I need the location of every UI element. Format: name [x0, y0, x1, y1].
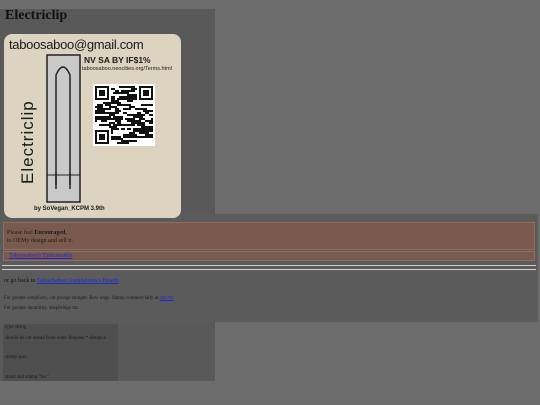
card-byline: by SoVegan_KCPM 3.9th — [34, 206, 105, 212]
card-email: taboosaboo@gmail.com — [9, 37, 144, 52]
info-line2: to OEMy design and sell it. — [7, 238, 73, 244]
simplicity-paragraph: For greater simplicity, cut prongs strai… — [4, 296, 174, 301]
card-vertical-name: Electriclip — [18, 100, 37, 184]
encouragement-box: Please feel Encouraged, to OEMy design a… — [3, 222, 535, 250]
card-terms-url: taboosaboo.neocities.org/Terms.html — [82, 66, 172, 72]
catalog-link[interactable]: Taboosaboo's Endorseable — [9, 253, 72, 259]
durability-paragraph: For greater durability, deepbridge tm. — [4, 306, 79, 311]
note-item: stamp spec — [5, 355, 28, 360]
hearth-link[interactable]: TabooSaboo Undulations's Hearth — [37, 278, 119, 284]
info-line1-prefix: Please feel — [7, 230, 35, 236]
clip-illustration — [46, 54, 81, 203]
qr-code — [93, 84, 155, 146]
info-line1-suffix: , — [65, 230, 67, 236]
note-item: should be cut ahead from outer fineplus … — [5, 336, 106, 341]
product-card-image: taboosaboo@gmail.com NV SA BY IF$1% tabo… — [4, 34, 181, 218]
catalog-link-box: Taboosaboo's Endorseable — [3, 251, 535, 261]
go-back-prefix: or go back to — [4, 278, 37, 284]
notes-box: type string should be cut ahead from out… — [3, 324, 118, 381]
info-line1-bold: Encouraged — [34, 230, 66, 236]
divider — [2, 265, 536, 266]
atacdm-link[interactable]: atacdm — [159, 296, 173, 301]
go-back-line: or go back to TabooSaboo Undulations's H… — [4, 278, 119, 284]
simplicity-text: For greater simplicity, cut prongs strai… — [4, 296, 160, 301]
note-item: type string — [5, 325, 27, 330]
note-item: stand and stamp "bw" — [5, 375, 49, 380]
card-license: NV SA BY IF$1% — [84, 55, 151, 65]
divider — [2, 269, 536, 270]
page-title: Electriclip — [5, 8, 68, 23]
